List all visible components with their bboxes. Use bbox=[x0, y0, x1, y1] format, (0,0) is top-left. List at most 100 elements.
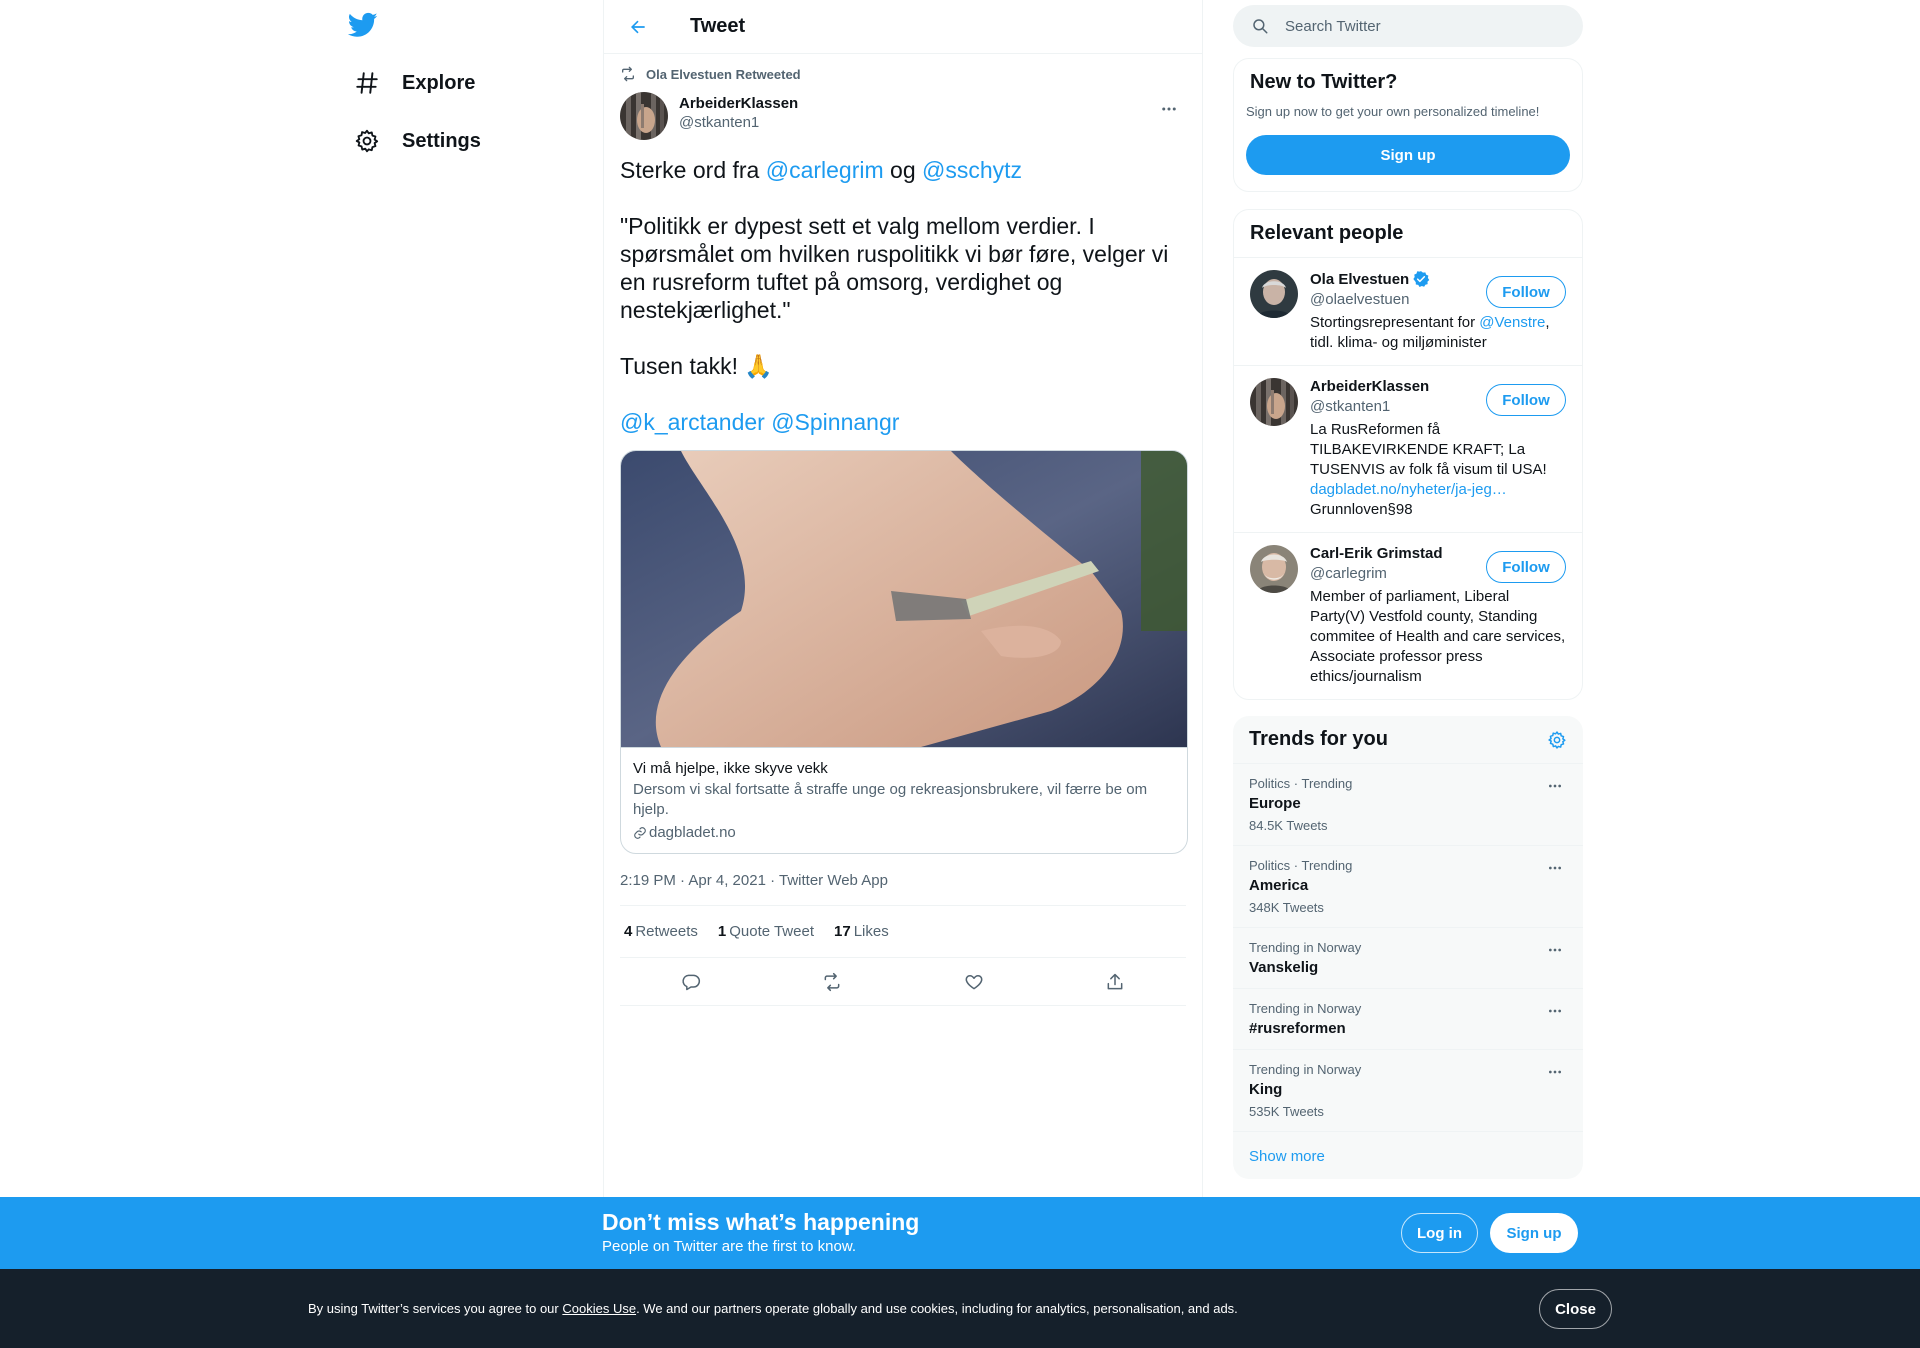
card-domain: dagbladet.no bbox=[649, 824, 736, 841]
trend-meta: Trending in Norway bbox=[1249, 1062, 1362, 1077]
likes-stat[interactable]: 17 Likes bbox=[834, 923, 889, 940]
quote-tweets-stat[interactable]: 1 Quote Tweet bbox=[718, 923, 814, 940]
sign-up-button[interactable]: Sign up bbox=[1490, 1213, 1578, 1253]
cookies-use-link[interactable]: Cookies Use bbox=[562, 1301, 636, 1316]
avatar[interactable] bbox=[1250, 545, 1298, 593]
mention-link[interactable]: @Venstre bbox=[1479, 314, 1545, 331]
person-item[interactable]: Carl-Erik Grimstad @carlegrim Member of … bbox=[1234, 533, 1582, 699]
trend-meta: Politics · Trending bbox=[1249, 776, 1353, 791]
trend-name: America bbox=[1249, 877, 1309, 894]
trend-count: 348K Tweets bbox=[1249, 900, 1324, 915]
cookie-text-part: By using Twitter’s services you agree to… bbox=[308, 1301, 563, 1316]
cookie-text: By using Twitter’s services you agree to… bbox=[308, 1301, 1238, 1316]
quote-tweets-label: Quote Tweet bbox=[729, 923, 814, 940]
mention-link[interactable]: @k_arctander bbox=[620, 409, 765, 435]
trends-panel: Trends for you Politics · Trending Europ… bbox=[1233, 716, 1583, 1179]
trend-item[interactable]: Trending in Norway #rusreformen bbox=[1233, 989, 1583, 1050]
retweet-icon bbox=[622, 66, 634, 82]
more-dots-icon[interactable] bbox=[1543, 940, 1567, 960]
trend-name: Europe bbox=[1249, 795, 1301, 812]
nav-settings[interactable]: Settings bbox=[340, 114, 481, 168]
trend-name: Vanskelig bbox=[1249, 959, 1319, 976]
tweet-thanks-text: Tusen takk! 🙏 bbox=[620, 353, 774, 379]
card-title: Vi må hjelpe, ikke skyve vekk bbox=[633, 760, 828, 777]
like-heart-icon[interactable] bbox=[956, 964, 992, 1000]
person-name: Ola Elvestuen bbox=[1310, 270, 1410, 288]
person-item[interactable]: Ola Elvestuen @olaelvestuen Stortingsrep… bbox=[1234, 258, 1582, 366]
share-icon[interactable] bbox=[1097, 964, 1133, 1000]
back-button[interactable] bbox=[620, 9, 656, 45]
tweet-text-part: Sterke ord fra bbox=[620, 157, 766, 183]
author-avatar[interactable] bbox=[620, 92, 668, 140]
trend-meta: Trending in Norway bbox=[1249, 1001, 1362, 1016]
relevant-people-title: Relevant people bbox=[1234, 210, 1582, 258]
trend-count: 535K Tweets bbox=[1249, 1104, 1324, 1119]
mention-link[interactable]: @sschytz bbox=[922, 157, 1022, 183]
avatar[interactable] bbox=[1250, 270, 1298, 318]
more-dots-icon[interactable] bbox=[1543, 776, 1567, 796]
avatar[interactable] bbox=[1250, 378, 1298, 426]
tweet: Ola Elvestuen Retweeted ArbeiderKlassen … bbox=[604, 64, 1202, 1006]
cookie-banner: By using Twitter’s services you agree to… bbox=[0, 1269, 1920, 1348]
reply-icon[interactable] bbox=[673, 964, 709, 1000]
trend-item[interactable]: Trending in Norway Vanskelig bbox=[1233, 928, 1583, 989]
signup-prompt-title: Don’t miss what’s happening bbox=[602, 1209, 920, 1235]
follow-button[interactable]: Follow bbox=[1486, 276, 1566, 308]
search-input[interactable] bbox=[1285, 17, 1535, 35]
retweets-stat[interactable]: 4 Retweets bbox=[624, 923, 698, 940]
author-handle[interactable]: @stkanten1 bbox=[679, 114, 798, 131]
trend-item[interactable]: Trending in Norway King 535K Tweets bbox=[1233, 1050, 1583, 1132]
trend-name: #rusreformen bbox=[1249, 1020, 1346, 1037]
follow-button[interactable]: Follow bbox=[1486, 551, 1566, 583]
verified-badge-icon bbox=[1413, 271, 1430, 287]
retweet-icon[interactable] bbox=[814, 964, 850, 1000]
show-more-link[interactable]: Show more bbox=[1233, 1132, 1583, 1179]
sign-up-button[interactable]: Sign up bbox=[1246, 135, 1570, 175]
relevant-people-panel: Relevant people Ola Elvestuen @olaelvest… bbox=[1233, 209, 1583, 700]
trend-item[interactable]: Politics · Trending America 348K Tweets bbox=[1233, 846, 1583, 928]
search-icon bbox=[1251, 17, 1269, 35]
right-sidebar: New to Twitter? Sign up now to get your … bbox=[1233, 0, 1583, 1179]
more-dots-icon[interactable] bbox=[1543, 1001, 1567, 1021]
signup-prompt-subtitle: People on Twitter are the first to know. bbox=[602, 1238, 857, 1255]
twitter-logo-icon[interactable] bbox=[347, 10, 382, 44]
author-name[interactable]: ArbeiderKlassen bbox=[679, 95, 798, 112]
nav-settings-label: Settings bbox=[402, 129, 481, 152]
mention-link[interactable]: @Spinnangr bbox=[771, 409, 899, 435]
new-to-twitter-panel: New to Twitter? Sign up now to get your … bbox=[1233, 58, 1583, 192]
log-in-button[interactable]: Log in bbox=[1401, 1213, 1478, 1253]
trend-count: 84.5K Tweets bbox=[1249, 818, 1328, 833]
mention-link[interactable]: @carlegrim bbox=[766, 157, 884, 183]
gear-icon[interactable] bbox=[1547, 730, 1567, 750]
more-dots-icon bbox=[1162, 107, 1176, 111]
nav-explore[interactable]: Explore bbox=[340, 56, 475, 110]
more-dots-icon[interactable] bbox=[1543, 1062, 1567, 1082]
card-description: Dersom vi skal fortsatte å straffe unge … bbox=[633, 781, 1148, 818]
nav-explore-label: Explore bbox=[402, 71, 476, 94]
likes-count: 17 bbox=[834, 923, 851, 940]
tweet-quote-text: "Politikk er dypest sett et valg mellom … bbox=[620, 213, 1169, 323]
trend-item[interactable]: Politics · Trending Europe 84.5K Tweets bbox=[1233, 764, 1583, 846]
link-card[interactable]: Vi må hjelpe, ikke skyve vekk Dersom vi … bbox=[620, 450, 1188, 854]
page-header: Tweet bbox=[604, 0, 1202, 54]
person-bio-text: Grunnloven§98 bbox=[1310, 501, 1413, 518]
close-button[interactable]: Close bbox=[1539, 1289, 1612, 1329]
person-item[interactable]: ArbeiderKlassen @stkanten1 La RusReforme… bbox=[1234, 366, 1582, 533]
tweet-stats: 4 Retweets 1 Quote Tweet 17 Likes bbox=[620, 906, 1186, 958]
tweet-more-button[interactable] bbox=[1152, 92, 1186, 126]
new-to-twitter-title: New to Twitter? bbox=[1250, 71, 1398, 93]
trend-meta: Trending in Norway bbox=[1249, 940, 1362, 955]
search-box[interactable] bbox=[1233, 5, 1583, 47]
more-dots-icon[interactable] bbox=[1543, 858, 1567, 878]
hashtag-icon bbox=[340, 56, 394, 110]
tweet-author: ArbeiderKlassen @stkanten1 bbox=[620, 92, 1186, 140]
new-to-twitter-subtitle: Sign up now to get your own personalized… bbox=[1246, 104, 1540, 119]
follow-button[interactable]: Follow bbox=[1486, 384, 1566, 416]
person-bio: Member of parliament, Liberal Party(V) V… bbox=[1310, 588, 1566, 685]
tweet-timestamp[interactable]: 2:19 PM · Apr 4, 2021 · Twitter Web App bbox=[620, 872, 1186, 906]
page-title: Tweet bbox=[690, 15, 746, 37]
trend-name: King bbox=[1249, 1081, 1283, 1098]
retweet-context[interactable]: Ola Elvestuen Retweeted bbox=[620, 64, 1186, 84]
retweets-label: Retweets bbox=[635, 923, 698, 940]
bio-url-link[interactable]: dagbladet.no/nyheter/ja-jeg… bbox=[1310, 481, 1507, 498]
